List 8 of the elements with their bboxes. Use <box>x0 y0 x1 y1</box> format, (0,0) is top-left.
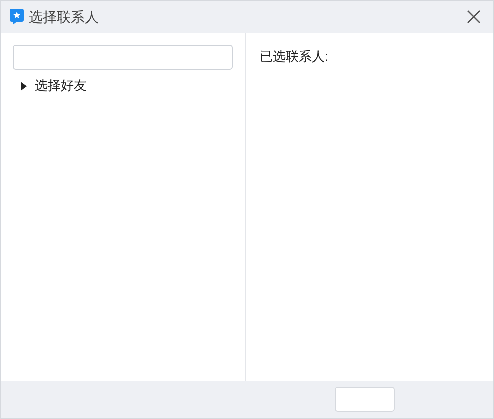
search-field[interactable] <box>13 45 233 70</box>
caret-right-icon <box>21 82 27 90</box>
selected-contacts-heading: 已选联系人: <box>260 49 329 64</box>
tree-item[interactable]: 选择好友 <box>13 76 233 96</box>
close-icon <box>467 10 481 24</box>
window-title: 选择联系人 <box>29 8 99 26</box>
star-chat-icon <box>9 8 25 26</box>
footer-button[interactable] <box>335 387 395 412</box>
